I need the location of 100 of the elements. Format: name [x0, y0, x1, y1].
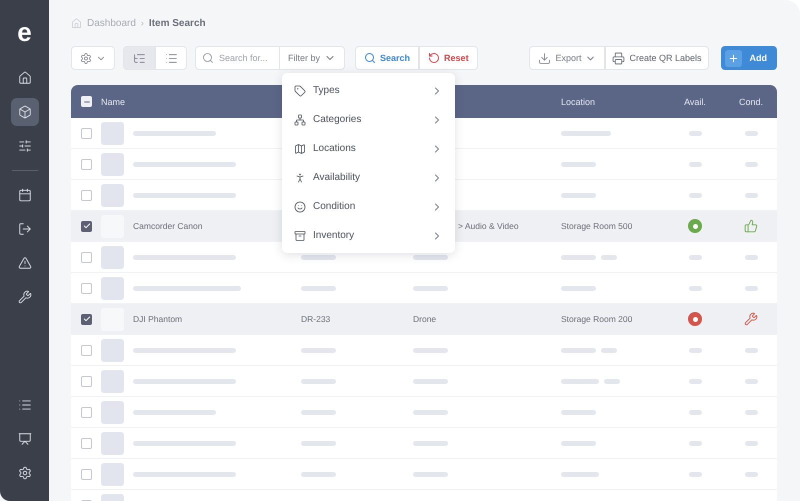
- view-toggle-button[interactable]: [155, 46, 187, 70]
- placeholder-bar: [744, 348, 758, 352]
- thumbnail: [101, 400, 124, 424]
- home-icon: [18, 71, 32, 85]
- logo[interactable]: e: [17, 18, 32, 48]
- placeholder-bar: [413, 472, 448, 476]
- thumbnail: [101, 246, 124, 268]
- plus-icon: [724, 50, 742, 66]
- reset-icon: [428, 52, 440, 64]
- placeholder-bar: [688, 472, 702, 476]
- placeholder-bar: [688, 410, 702, 414]
- item-name: Camcorder Canon: [133, 221, 204, 231]
- placeholder-bar: [688, 254, 702, 260]
- item-code: DR-233: [301, 314, 330, 324]
- placeholder-bar: [561, 254, 596, 260]
- create-qr-labels-button[interactable]: Create QR Labels: [605, 46, 708, 70]
- settings-icon: [18, 466, 32, 480]
- placeholder-bar: [301, 440, 336, 446]
- menu-item[interactable]: Inventory: [282, 221, 455, 250]
- thumbnail: [101, 462, 124, 486]
- thumbnail: [101, 338, 124, 362]
- placeholder-bar: [744, 472, 758, 476]
- column-header[interactable]: Avail.: [684, 96, 706, 106]
- placeholder-bar: [744, 410, 758, 414]
- reset-button[interactable]: Reset: [419, 46, 478, 70]
- placeholder-bar: [413, 410, 448, 414]
- placeholder-bar: [413, 348, 448, 352]
- thumbnail: [101, 276, 124, 300]
- indent-list-icon: [132, 52, 146, 64]
- placeholder-bar: [301, 254, 336, 260]
- placeholder-bar: [688, 192, 702, 198]
- placeholder-bar: [744, 254, 758, 260]
- item-location: Storage Room 500: [561, 221, 634, 231]
- placeholder-bar: [413, 286, 448, 290]
- thumbnail: [101, 152, 124, 176]
- placeholder-bar: [413, 440, 448, 446]
- thumbnail: [101, 122, 124, 144]
- search-button[interactable]: Search: [355, 46, 420, 70]
- placeholder-bar: [561, 472, 599, 476]
- placeholder-bar: [301, 472, 336, 476]
- placeholder-bar: [561, 162, 596, 166]
- header-checkbox[interactable]: [81, 96, 92, 107]
- gear-icon: [80, 52, 92, 64]
- placeholder-bar: [688, 378, 702, 384]
- placeholder-bar: [601, 254, 617, 260]
- placeholder-bar: [744, 192, 758, 198]
- column-header[interactable]: Cond.: [738, 96, 764, 106]
- placeholder-bar: [301, 378, 336, 384]
- logout-icon: [18, 222, 32, 236]
- placeholder-bar: [688, 440, 702, 446]
- item-location: Storage Room 200: [561, 314, 634, 324]
- home-icon: [71, 18, 82, 28]
- checkbox[interactable]: [81, 314, 92, 324]
- menu-item[interactable]: Categories: [282, 105, 455, 134]
- item-category: Drone: [413, 314, 436, 324]
- archive-icon: [294, 230, 306, 242]
- thumbnail: [101, 432, 124, 454]
- wrench-icon: [18, 290, 32, 304]
- placeholder-bar: [561, 348, 596, 352]
- placeholder-bar: [301, 348, 336, 352]
- sliders-icon: [18, 139, 32, 153]
- export-button[interactable]: Export: [529, 46, 606, 70]
- placeholder-bar: [604, 378, 620, 384]
- column-header[interactable]: Location: [561, 96, 665, 106]
- person-icon: [294, 172, 306, 184]
- placeholder-bar: [561, 286, 596, 290]
- menu-item[interactable]: Locations: [282, 134, 455, 163]
- placeholder-bar: [688, 348, 702, 352]
- placeholder-bar: [301, 286, 336, 290]
- thumbnail: [101, 184, 124, 206]
- map-icon: [294, 142, 306, 154]
- presentation-icon: [18, 432, 32, 446]
- placeholder-bar: [561, 410, 596, 414]
- filter-dropdown[interactable]: Filter by: [279, 46, 346, 70]
- menu-item[interactable]: Condition: [282, 192, 455, 221]
- thumbnail: [101, 370, 124, 392]
- checkbox[interactable]: [81, 220, 92, 232]
- menu-item[interactable]: Availability: [282, 163, 455, 192]
- placeholder-bar: [688, 130, 702, 136]
- download-icon: [538, 52, 552, 64]
- sidebar-item[interactable]: [10, 98, 38, 126]
- menu-item[interactable]: Types: [282, 76, 455, 105]
- box-icon: [18, 105, 32, 119]
- printer-icon: [612, 52, 626, 64]
- settings-button[interactable]: [71, 46, 115, 70]
- warning-icon: [18, 256, 32, 270]
- calendar-icon: [18, 188, 32, 202]
- search-field[interactable]: Search for...: [195, 46, 279, 70]
- placeholder-bar: [601, 348, 617, 352]
- placeholder-bar: [413, 254, 448, 260]
- smile-icon: [294, 200, 306, 212]
- placeholder-bar: [744, 162, 758, 166]
- add-button[interactable]: Add: [720, 46, 777, 70]
- view-toggle-button[interactable]: [123, 46, 155, 70]
- placeholder-bar: [744, 378, 758, 384]
- item-name: DJI Phantom: [133, 314, 184, 324]
- search-icon: [202, 52, 214, 64]
- placeholder-bar: [688, 162, 702, 166]
- hierarchy-icon: [294, 114, 306, 126]
- placeholder-bar: [413, 378, 448, 384]
